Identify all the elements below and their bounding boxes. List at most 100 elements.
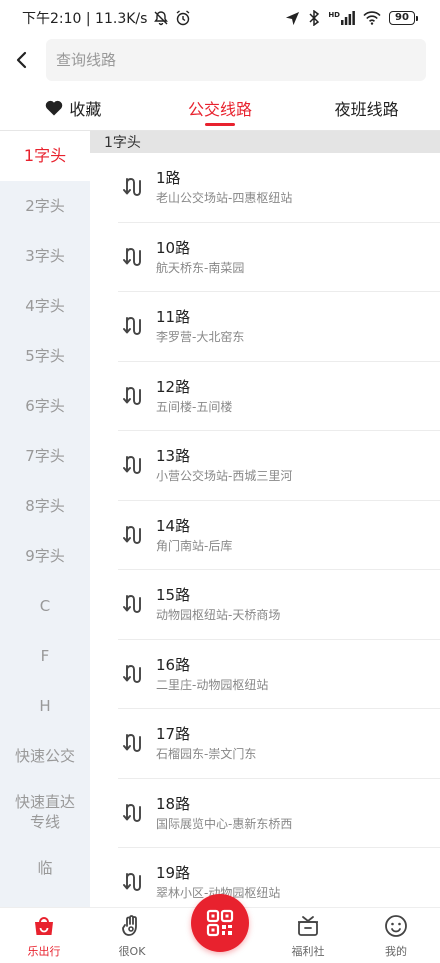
route-name: 17路 [156, 725, 191, 744]
route-item[interactable]: 13路小营公交场站-西城三里河 [118, 431, 440, 501]
tab-bus-routes[interactable]: 公交线路 [147, 88, 294, 128]
route-text: 18路 国际展览中心-惠新东桥西 [156, 794, 292, 832]
index-item-3[interactable]: 3字头 [0, 231, 90, 281]
route-path-icon [120, 174, 146, 200]
nav-le-chuxing-label: 乐出行 [27, 945, 61, 958]
route-item[interactable]: 16路二里庄-动物园枢纽站 [118, 640, 440, 709]
route-name: 13路 [156, 447, 191, 466]
nav-scan-wrap [176, 894, 264, 963]
bag-icon [35, 917, 53, 935]
status-bar: 下午2:10 | 11.3K/s HD 90 [0, 0, 440, 36]
index-item-f[interactable]: F [0, 631, 90, 681]
index-item-4[interactable]: 4字头 [0, 281, 90, 331]
route-item[interactable]: 17路石榴园东-崇文门东 [118, 709, 440, 779]
tab-night-routes[interactable]: 夜班线路 [293, 88, 440, 128]
route-terminals: 国际展览中心-惠新东桥西 [156, 816, 293, 831]
route-item[interactable]: 15路动物园枢纽站-天桥商场 [118, 570, 440, 640]
tab-bus-routes-label: 公交线路 [188, 100, 253, 119]
back-button[interactable] [0, 38, 44, 82]
index-item-5[interactable]: 5字头 [0, 331, 90, 381]
tab-night-routes-label: 夜班线路 [334, 100, 399, 119]
index-item-h[interactable]: H [0, 681, 90, 731]
route-path-icon [120, 383, 146, 409]
route-text: 1路 老山公交场站-四惠枢纽站 [156, 168, 292, 206]
route-item[interactable]: 18路 国际展览中心-惠新东桥西 [118, 779, 440, 848]
route-list-body: 1路 老山公交场站-四惠枢纽站 10路航天桥东-南菜园 11路 李罗营-大北窑东 12路五… [90, 153, 440, 907]
route-name: 19路 [156, 864, 191, 883]
nav-hen-ok-label: 很OK [118, 945, 146, 958]
route-terminals: 航天桥东-南菜园 [156, 260, 245, 275]
wifi-icon [363, 11, 381, 25]
route-terminals: 五间楼-五间楼 [156, 399, 233, 414]
alarm-icon [176, 10, 190, 26]
index-item-express[interactable]: 快速直达专线 [0, 781, 90, 843]
route-name: 10路 [156, 238, 191, 257]
network-type-label: HD [328, 11, 340, 19]
nav-mine-label: 我的 [385, 945, 407, 958]
route-item[interactable]: 11路 李罗营-大北窑东 [118, 292, 440, 362]
bell-off-icon [154, 11, 169, 26]
signal-icon [341, 11, 355, 25]
route-item[interactable]: 10路航天桥东-南菜园 [118, 223, 440, 292]
route-terminals: 动物园枢纽站-天桥商场 [156, 608, 281, 623]
route-terminals: 老山公交场站-四惠枢纽站 [156, 191, 293, 206]
route-name: 12路 [156, 377, 191, 396]
bottom-nav: 乐出行 很OK 福利社 我的 [0, 894, 440, 963]
nav-hen-ok[interactable]: 很OK [88, 908, 176, 963]
index-item-c[interactable]: C [0, 581, 90, 631]
index-item-7[interactable]: 7字头 [0, 431, 90, 481]
route-path-icon [120, 730, 146, 756]
nav-welfare-label: 福利社 [291, 945, 325, 958]
chevron-left-icon [16, 51, 27, 69]
bluetooth-icon [309, 10, 320, 26]
section-header: 1字头 [90, 131, 440, 153]
signal-group: HD [328, 11, 355, 25]
route-path-icon [120, 522, 146, 548]
index-item-9[interactable]: 9字头 [0, 531, 90, 581]
search-box[interactable] [46, 39, 426, 81]
index-item-8[interactable]: 8字头 [0, 481, 90, 531]
route-item[interactable]: 1路 老山公交场站-四惠枢纽站 [118, 153, 440, 223]
route-name: 16路 [156, 655, 191, 674]
search-input[interactable] [56, 51, 416, 69]
route-item[interactable]: 19路翠林小区-动物园枢纽站 [118, 848, 440, 907]
tab-favorites[interactable]: 收藏 [0, 88, 147, 128]
index-item-m[interactable]: M [0, 893, 90, 907]
index-item-express-label: 快速直达专线 [14, 793, 75, 831]
route-path-icon [120, 661, 146, 687]
scan-qr-button[interactable] [191, 894, 249, 952]
route-index-sidebar: 1字头 2字头 3字头 4字头 5字头 6字头 7字头 8字头 9字头 C F … [0, 131, 90, 907]
route-terminals: 石榴园东-崇文门东 [156, 747, 257, 762]
route-terminals: 角门南站-后库 [156, 538, 233, 553]
route-text: 12路五间楼-五间楼 [156, 377, 232, 415]
route-path-icon [120, 244, 146, 270]
route-item[interactable]: 12路五间楼-五间楼 [118, 362, 440, 431]
index-item-1[interactable]: 1字头 [0, 131, 90, 181]
gift-box-icon [298, 916, 318, 936]
nav-le-chuxing[interactable]: 乐出行 [0, 908, 88, 963]
route-path-icon [120, 869, 146, 895]
route-list: 1字头 1路 老山公交场站-四惠枢纽站 10路航天桥东-南菜园 11路 李罗营-大北窑东… [90, 131, 440, 907]
nav-mine[interactable]: 我的 [352, 908, 440, 963]
route-terminals: 小营公交场站-西城三里河 [156, 469, 293, 484]
smiley-icon [385, 915, 407, 937]
index-item-6[interactable]: 6字头 [0, 381, 90, 431]
battery-tip [416, 15, 418, 21]
route-name: 15路 [156, 586, 191, 605]
route-path-icon [120, 452, 146, 478]
route-item[interactable]: 14路角门南站-后库 [118, 501, 440, 570]
status-left: 下午2:10 | 11.3K/s [22, 8, 191, 28]
heart-icon [46, 100, 63, 116]
route-path-icon [120, 800, 146, 826]
route-name: 14路 [156, 516, 191, 535]
index-item-temporary[interactable]: 临 [0, 843, 90, 893]
route-text: 11路 李罗营-大北窑东 [156, 307, 244, 345]
ok-hand-icon [122, 915, 137, 936]
index-item-brt[interactable]: 快速公交 [0, 731, 90, 781]
route-tabs: 收藏 公交线路 夜班线路 [0, 88, 440, 128]
nav-welfare[interactable]: 福利社 [264, 908, 352, 963]
route-text: 13路小营公交场站-西城三里河 [156, 446, 292, 484]
index-item-2[interactable]: 2字头 [0, 181, 90, 231]
route-path-icon [120, 591, 146, 617]
route-terminals: 二里庄-动物园枢纽站 [156, 677, 269, 692]
